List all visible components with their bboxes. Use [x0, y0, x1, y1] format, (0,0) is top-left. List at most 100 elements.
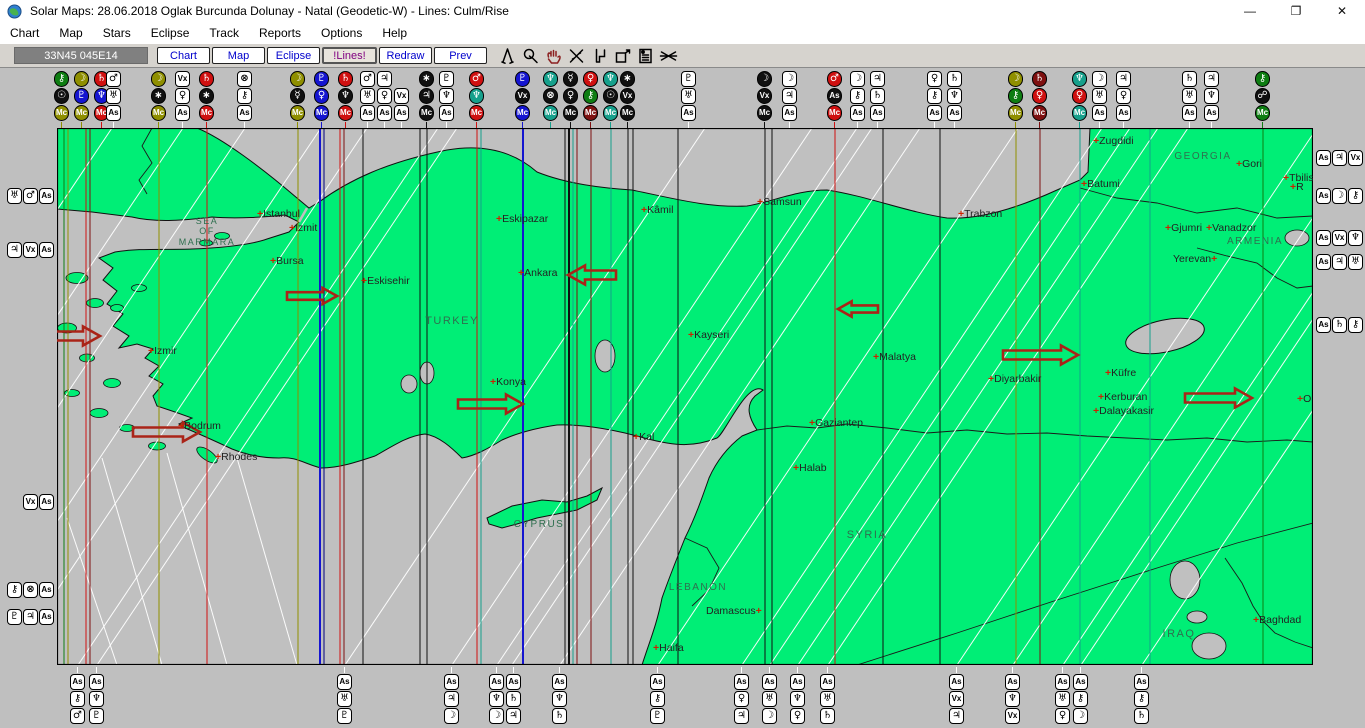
glyph-♅: ♅: [7, 188, 22, 204]
planet-line-marker: ♇ ♀ Mc: [314, 71, 329, 128]
glyph-As: As: [1073, 674, 1088, 690]
planet-line-marker: ☽ ♇ Mc: [74, 71, 89, 128]
pan-hand-icon[interactable]: [542, 46, 564, 66]
toolbar-button-eclipse[interactable]: Eclipse: [267, 47, 320, 64]
glyph-As: As: [439, 105, 454, 121]
glyph-Mc: Mc: [151, 105, 166, 121]
city-label: +O: [1297, 393, 1311, 405]
maximize-button[interactable]: ❐: [1273, 0, 1319, 22]
glyph-Mc: Mc: [54, 105, 69, 121]
city-label: +R: [1290, 181, 1304, 193]
glyph-♀: ♀: [314, 88, 329, 104]
zoom-tool-icon[interactable]: [519, 46, 541, 66]
city-label: +Kâmil: [641, 204, 673, 216]
planet-line-marker: As ♅ ♀: [1055, 667, 1070, 724]
toolbar-button-redraw[interactable]: Redraw: [379, 47, 432, 64]
glyph-♄: ♄: [947, 71, 962, 87]
glyph-⚷: ⚷: [927, 88, 942, 104]
city-label: +Vanadzor: [1206, 222, 1257, 234]
top-glyph-strip: ⚷ ☉ Mc ☽ ♇ Mc ♄ ♆ Mc ♂ ♅ As ☽ ∗ Mc Vx ♀ As ♄ ∗ Mc ⊗ ⚷ As ☽ ☿ Mc ♇ ♀ M…: [0, 68, 1365, 128]
glyph-♄: ♄: [199, 71, 214, 87]
planet-line-marker: As Vx ♃: [949, 667, 964, 724]
glyph-Vx: Vx: [175, 71, 190, 87]
planet-line-marker: Vx As: [23, 494, 54, 510]
toolbar-button-prev[interactable]: Prev: [434, 47, 487, 64]
rotate-tool-icon[interactable]: [565, 46, 587, 66]
glyph-As: As: [1316, 150, 1331, 166]
glyph-☍: ☍: [1255, 88, 1270, 104]
menu-reports[interactable]: Reports: [249, 22, 311, 44]
menu-track[interactable]: Track: [199, 22, 249, 44]
glyph-☽: ☽: [757, 71, 772, 87]
city-label: +Konya: [490, 376, 526, 388]
menu-stars[interactable]: Stars: [93, 22, 141, 44]
city-label: +Izmit: [289, 222, 317, 234]
region-label: SEA: [196, 216, 219, 226]
glyph-⚷: ⚷: [7, 582, 22, 598]
glyph-☽: ☽: [782, 71, 797, 87]
toolbar-button-map[interactable]: Map: [212, 47, 265, 64]
glyph-♂: ♂: [106, 71, 121, 87]
glyph-As: As: [39, 242, 54, 258]
toolbar-button-lines[interactable]: !Lines!: [322, 47, 377, 64]
glyph-♂: ♂: [23, 188, 38, 204]
glyph-Mc: Mc: [338, 105, 353, 121]
glyph-Mc: Mc: [419, 105, 434, 121]
glyph-♆: ♆: [469, 88, 484, 104]
clip-tool-icon[interactable]: [588, 46, 610, 66]
planet-line-marker: Vx ♀ As: [175, 71, 190, 128]
glyph-♇: ♇: [74, 88, 89, 104]
glyph-Mc: Mc: [1032, 105, 1047, 121]
glyph-As: As: [506, 674, 521, 690]
glyph-♄: ♄: [552, 708, 567, 724]
glyph-♅: ♅: [762, 691, 777, 707]
city-label: +Rhodes: [215, 451, 257, 463]
glyph-☽: ☽: [151, 71, 166, 87]
glyph-Mc: Mc: [74, 105, 89, 121]
glyph-♀: ♀: [1116, 88, 1131, 104]
glyph-As: As: [850, 105, 865, 121]
glyph-♃: ♃: [870, 71, 885, 87]
planet-line-marker: Vx As: [394, 88, 409, 128]
glyph-∗: ∗: [151, 88, 166, 104]
glyph-Mc: Mc: [1255, 105, 1270, 121]
glyph-As: As: [394, 105, 409, 121]
glyph-♆: ♆: [1204, 88, 1219, 104]
minimize-button[interactable]: —: [1227, 0, 1273, 22]
city-label: +Trabzon: [958, 208, 1002, 220]
info-tool-icon[interactable]: [634, 46, 656, 66]
toolbar-button-chart[interactable]: Chart: [157, 47, 210, 64]
region-label: SYRIA: [847, 529, 888, 541]
city-label: Yerevan+: [1173, 253, 1217, 265]
glyph-Mc: Mc: [620, 105, 635, 121]
glyph-⚷: ⚷: [1008, 88, 1023, 104]
planet-line-marker: ⚷ ☉ Mc: [54, 71, 69, 128]
lines-off-icon[interactable]: [657, 46, 679, 66]
glyph-♀: ♀: [1032, 88, 1047, 104]
map-area[interactable]: +Istanbul +Izmit +Bursa +Eskisehir +Eskipaza…: [0, 127, 1365, 666]
glyph-Vx: Vx: [949, 691, 964, 707]
crosshair-tool-icon[interactable]: [611, 46, 633, 66]
glyph-As: As: [552, 674, 567, 690]
glyph-♃: ♃: [1332, 254, 1347, 270]
planet-line-marker: As ⚷ ♂: [70, 667, 85, 724]
glyph-As: As: [1182, 105, 1197, 121]
menu-eclipse[interactable]: Eclipse: [141, 22, 200, 44]
glyph-⚷: ⚷: [237, 88, 252, 104]
city-label: +Haifa: [653, 642, 684, 654]
glyph-♀: ♀: [377, 88, 392, 104]
right-glyph-rail: As ♃ Vx As ☽ ⚷ As Vx ♆ As ♃ ♅ As ♄ ⚷: [1314, 0, 1365, 728]
planet-line-marker: As ⚷ ♇: [650, 667, 665, 724]
planet-line-marker: As ♃ ☽: [444, 667, 459, 724]
glyph-☽: ☽: [1332, 188, 1347, 204]
planet-line-marker: ♃ ♆ As: [1204, 71, 1219, 128]
map-canvas[interactable]: +Istanbul +Izmit +Bursa +Eskisehir +Eskipaza…: [0, 127, 1365, 666]
planet-line-marker: As ♆ ♀: [790, 667, 805, 724]
menu-help[interactable]: Help: [372, 22, 417, 44]
glyph-♃: ♃: [734, 708, 749, 724]
planet-line-marker: ☽ ♃ As: [782, 71, 797, 128]
planet-line-marker: ♆ ☉ Mc: [603, 71, 618, 128]
glyph-Vx: Vx: [394, 88, 409, 104]
divider-tool-icon[interactable]: [496, 46, 518, 66]
menu-options[interactable]: Options: [311, 22, 372, 44]
